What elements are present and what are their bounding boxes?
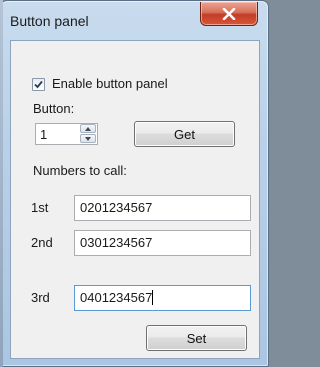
numbers-to-call-label: Numbers to call: [33, 163, 127, 178]
close-button[interactable] [200, 2, 258, 26]
close-icon [222, 7, 236, 20]
number-row-ordinal: 2nd [31, 235, 53, 250]
button-label: Button: [33, 101, 75, 116]
enable-button-panel-checkbox[interactable] [32, 78, 45, 91]
number-1-value: 0201234567 [80, 200, 153, 215]
number-row-ordinal: 3rd [31, 290, 50, 305]
get-button-label: Get [174, 126, 195, 142]
number-3-value: 0401234567 [80, 290, 153, 305]
spinner-buttons [80, 124, 97, 144]
button-number-spinner[interactable]: 1 [35, 123, 98, 145]
checkmark-icon [34, 80, 43, 89]
get-button[interactable]: Get [134, 121, 235, 147]
arrow-up-icon [85, 127, 91, 131]
enable-button-panel-label[interactable]: Enable button panel [52, 76, 168, 91]
number-2-value: 0301234567 [80, 235, 153, 250]
spinner-value: 1 [40, 127, 48, 142]
window-title: Button panel [10, 13, 89, 29]
window-left-edge [0, 0, 3, 367]
number-3-field[interactable]: 0401234567 [74, 285, 251, 311]
title-bar[interactable]: Button panel [1, 1, 268, 37]
button-panel-window: Button panel [0, 0, 269, 367]
set-button[interactable]: Set [146, 325, 247, 351]
number-2-field[interactable]: 0301234567 [74, 230, 251, 256]
number-row-ordinal: 1st [31, 200, 49, 215]
number-1-field[interactable]: 0201234567 [74, 195, 251, 221]
set-button-label: Set [186, 330, 207, 346]
arrow-down-icon [85, 137, 91, 141]
spinner-up-button[interactable] [80, 124, 96, 133]
text-caret [152, 290, 154, 305]
spinner-down-button[interactable] [80, 134, 96, 143]
